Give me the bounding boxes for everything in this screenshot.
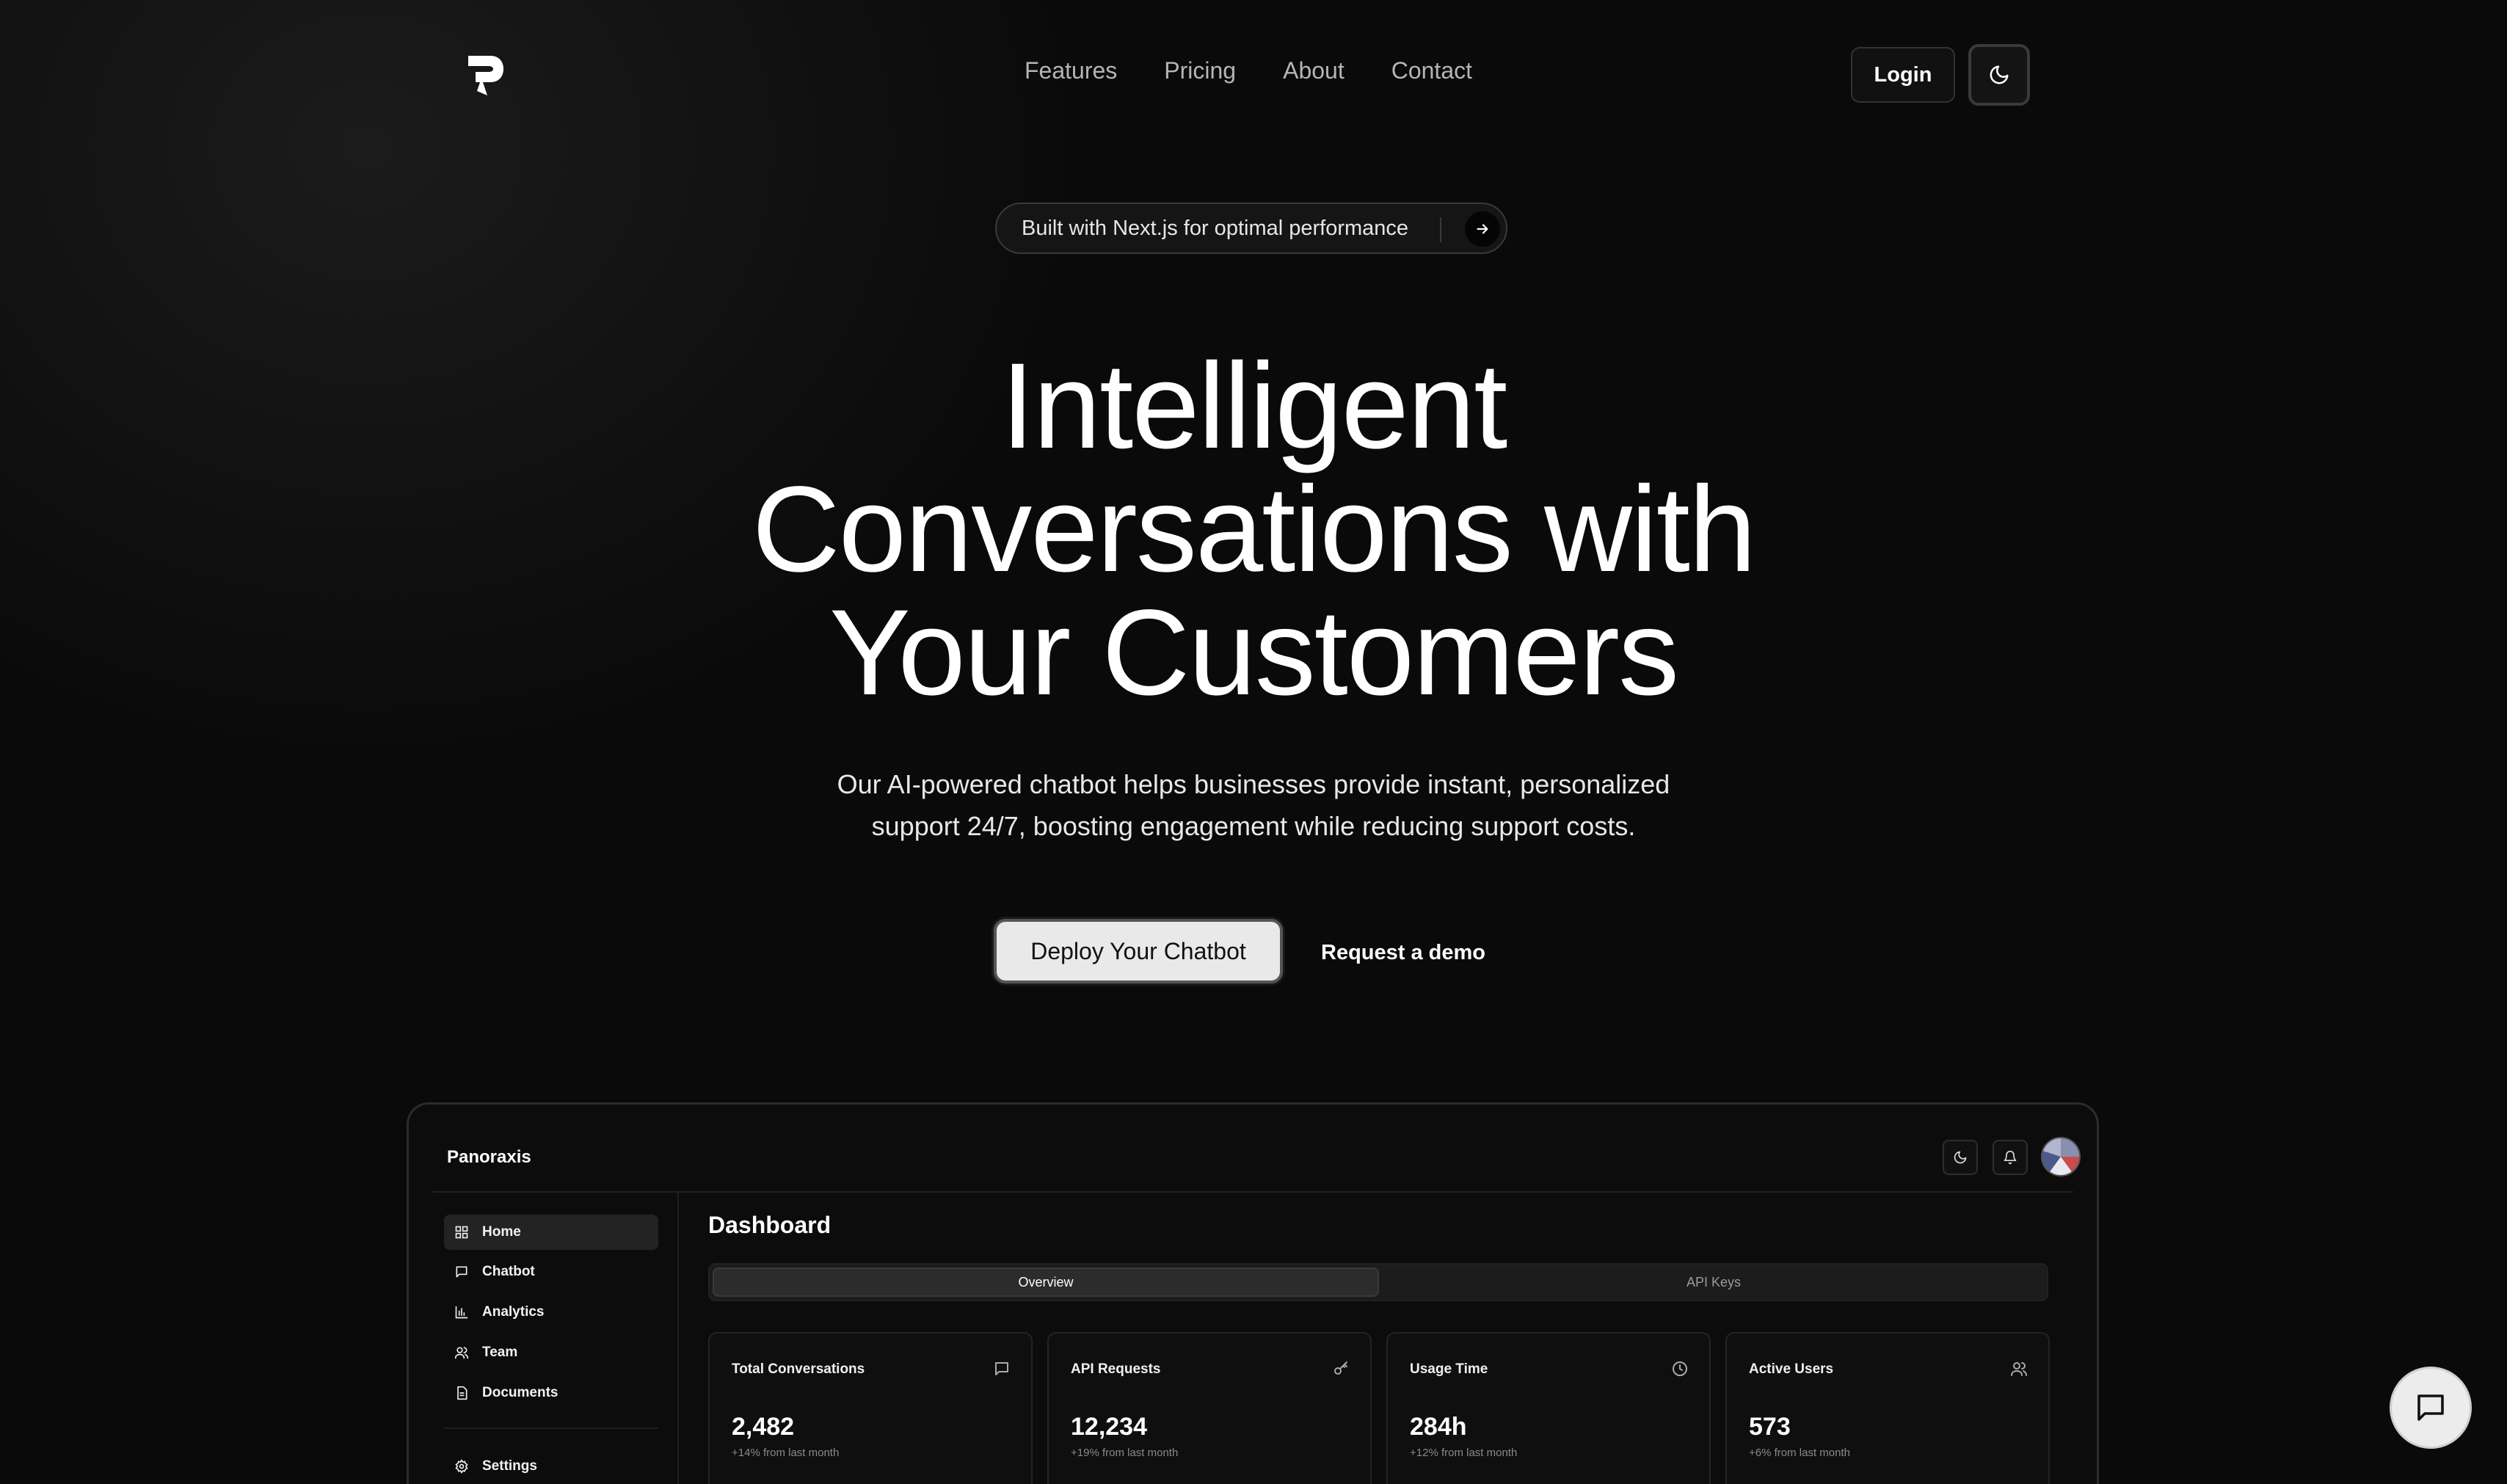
request-demo-link[interactable]: Request a demo xyxy=(1315,936,1491,969)
message-icon xyxy=(993,1360,1011,1378)
hero-title: Intelligent Conversations with Your Cust… xyxy=(661,345,1846,715)
dashboard-brand: Panoraxis xyxy=(447,1147,531,1167)
dashboard-title: Dashboard xyxy=(708,1212,832,1238)
stat-card-api-requests: API Requests 12,234 +19% from last month xyxy=(1047,1332,1372,1484)
stat-delta: +19% from last month xyxy=(1071,1447,1179,1459)
bell-icon xyxy=(2003,1150,2017,1165)
message-icon xyxy=(454,1265,469,1279)
dashboard-preview: Panoraxis Home Chatbot Analytics Team Do… xyxy=(407,1102,2099,1484)
users-icon xyxy=(454,1345,469,1360)
announcement-text: Built with Next.js for optimal performan… xyxy=(1022,216,1409,240)
stat-card-active-users: Active Users 573 +6% from last month xyxy=(1725,1332,2050,1484)
sidebar-item-chatbot[interactable]: Chatbot xyxy=(444,1254,658,1290)
hero-title-line-1: Intelligent xyxy=(1000,338,1508,474)
stat-value: 12,234 xyxy=(1071,1413,1147,1441)
stat-value: 2,482 xyxy=(732,1413,795,1441)
stat-delta: +12% from last month xyxy=(1410,1447,1518,1459)
sidebar-item-label: Team xyxy=(482,1345,518,1360)
stat-card-total-conversations: Total Conversations 2,482 +14% from last… xyxy=(708,1332,1033,1484)
sidebar-item-documents[interactable]: Documents xyxy=(444,1375,658,1411)
arrow-right-icon[interactable] xyxy=(1465,211,1500,247)
stat-delta: +14% from last month xyxy=(732,1447,840,1459)
sidebar-divider xyxy=(444,1427,658,1429)
sidebar-item-label: Analytics xyxy=(482,1304,545,1320)
stat-label: Usage Time xyxy=(1410,1361,1488,1377)
hero-subtitle-line-1: Our AI-powered chatbot helps businesses … xyxy=(837,769,1670,799)
users-icon xyxy=(2010,1360,2028,1378)
nav-link-contact[interactable]: Contact xyxy=(1391,57,1472,84)
sidebar-item-team[interactable]: Team xyxy=(444,1335,658,1370)
top-navigation: Features Pricing About Contact Login xyxy=(0,0,2507,150)
hero-title-line-3: Your Customers xyxy=(829,585,1679,721)
sidebar-item-label: Chatbot xyxy=(482,1264,535,1279)
stat-label: Total Conversations xyxy=(732,1361,865,1377)
moon-icon xyxy=(1953,1150,1968,1165)
clock-icon xyxy=(1671,1360,1689,1378)
theme-toggle-button[interactable] xyxy=(1968,44,2030,106)
sidebar-item-analytics[interactable]: Analytics xyxy=(444,1295,658,1330)
tab-overview[interactable]: Overview xyxy=(713,1267,1379,1297)
hero-subtitle-line-2: support 24/7, boosting engagement while … xyxy=(871,811,1636,841)
chat-icon xyxy=(2413,1390,2448,1425)
sidebar-item-label: Home xyxy=(482,1224,521,1240)
bar-chart-icon xyxy=(454,1305,469,1320)
sidebar-item-home[interactable]: Home xyxy=(444,1215,658,1250)
dashboard-main: Dashboard Overview API Keys Total Conver… xyxy=(702,1193,2075,1484)
announcement-pill[interactable]: Built with Next.js for optimal performan… xyxy=(995,203,1507,254)
gear-icon xyxy=(454,1459,469,1474)
notifications-button[interactable] xyxy=(1993,1140,2028,1175)
sidebar-item-label: Documents xyxy=(482,1385,558,1400)
stat-label: API Requests xyxy=(1071,1361,1161,1377)
sidebar-item-settings[interactable]: Settings xyxy=(444,1449,658,1484)
nav-link-pricing[interactable]: Pricing xyxy=(1164,57,1236,84)
login-button[interactable]: Login xyxy=(1851,47,1955,103)
key-icon xyxy=(1332,1360,1350,1378)
avatar[interactable] xyxy=(2041,1137,2081,1176)
stat-card-usage-time: Usage Time 284h +12% from last month xyxy=(1386,1332,1711,1484)
stat-value: 284h xyxy=(1410,1413,1467,1441)
nav-link-about[interactable]: About xyxy=(1283,57,1345,84)
p-logo-icon[interactable] xyxy=(465,53,505,98)
moon-icon xyxy=(1988,64,2010,86)
dashboard-tabs: Overview API Keys xyxy=(708,1263,2048,1301)
chat-widget-button[interactable] xyxy=(2390,1367,2472,1449)
file-icon xyxy=(454,1386,469,1400)
sidebar-item-label: Settings xyxy=(482,1458,537,1474)
hero-subtitle: Our AI-powered chatbot helps businesses … xyxy=(776,763,1731,847)
dashboard-theme-button[interactable] xyxy=(1943,1140,1978,1175)
pill-divider xyxy=(1440,217,1441,242)
dashboard-sidebar: Home Chatbot Analytics Team Documents Se… xyxy=(432,1193,679,1484)
dashboard-header: Panoraxis xyxy=(432,1105,2081,1193)
tab-api-keys[interactable]: API Keys xyxy=(1380,1267,2047,1297)
grid-icon xyxy=(454,1225,469,1240)
deploy-chatbot-button[interactable]: Deploy Your Chatbot xyxy=(994,919,1283,983)
stat-label: Active Users xyxy=(1749,1361,1834,1377)
hero-title-line-2: Conversations with xyxy=(752,462,1756,597)
nav-links: Features Pricing About Contact xyxy=(1025,57,1472,84)
nav-link-features[interactable]: Features xyxy=(1025,57,1117,84)
stat-delta: +6% from last month xyxy=(1749,1447,1850,1459)
stat-value: 573 xyxy=(1749,1413,1791,1441)
